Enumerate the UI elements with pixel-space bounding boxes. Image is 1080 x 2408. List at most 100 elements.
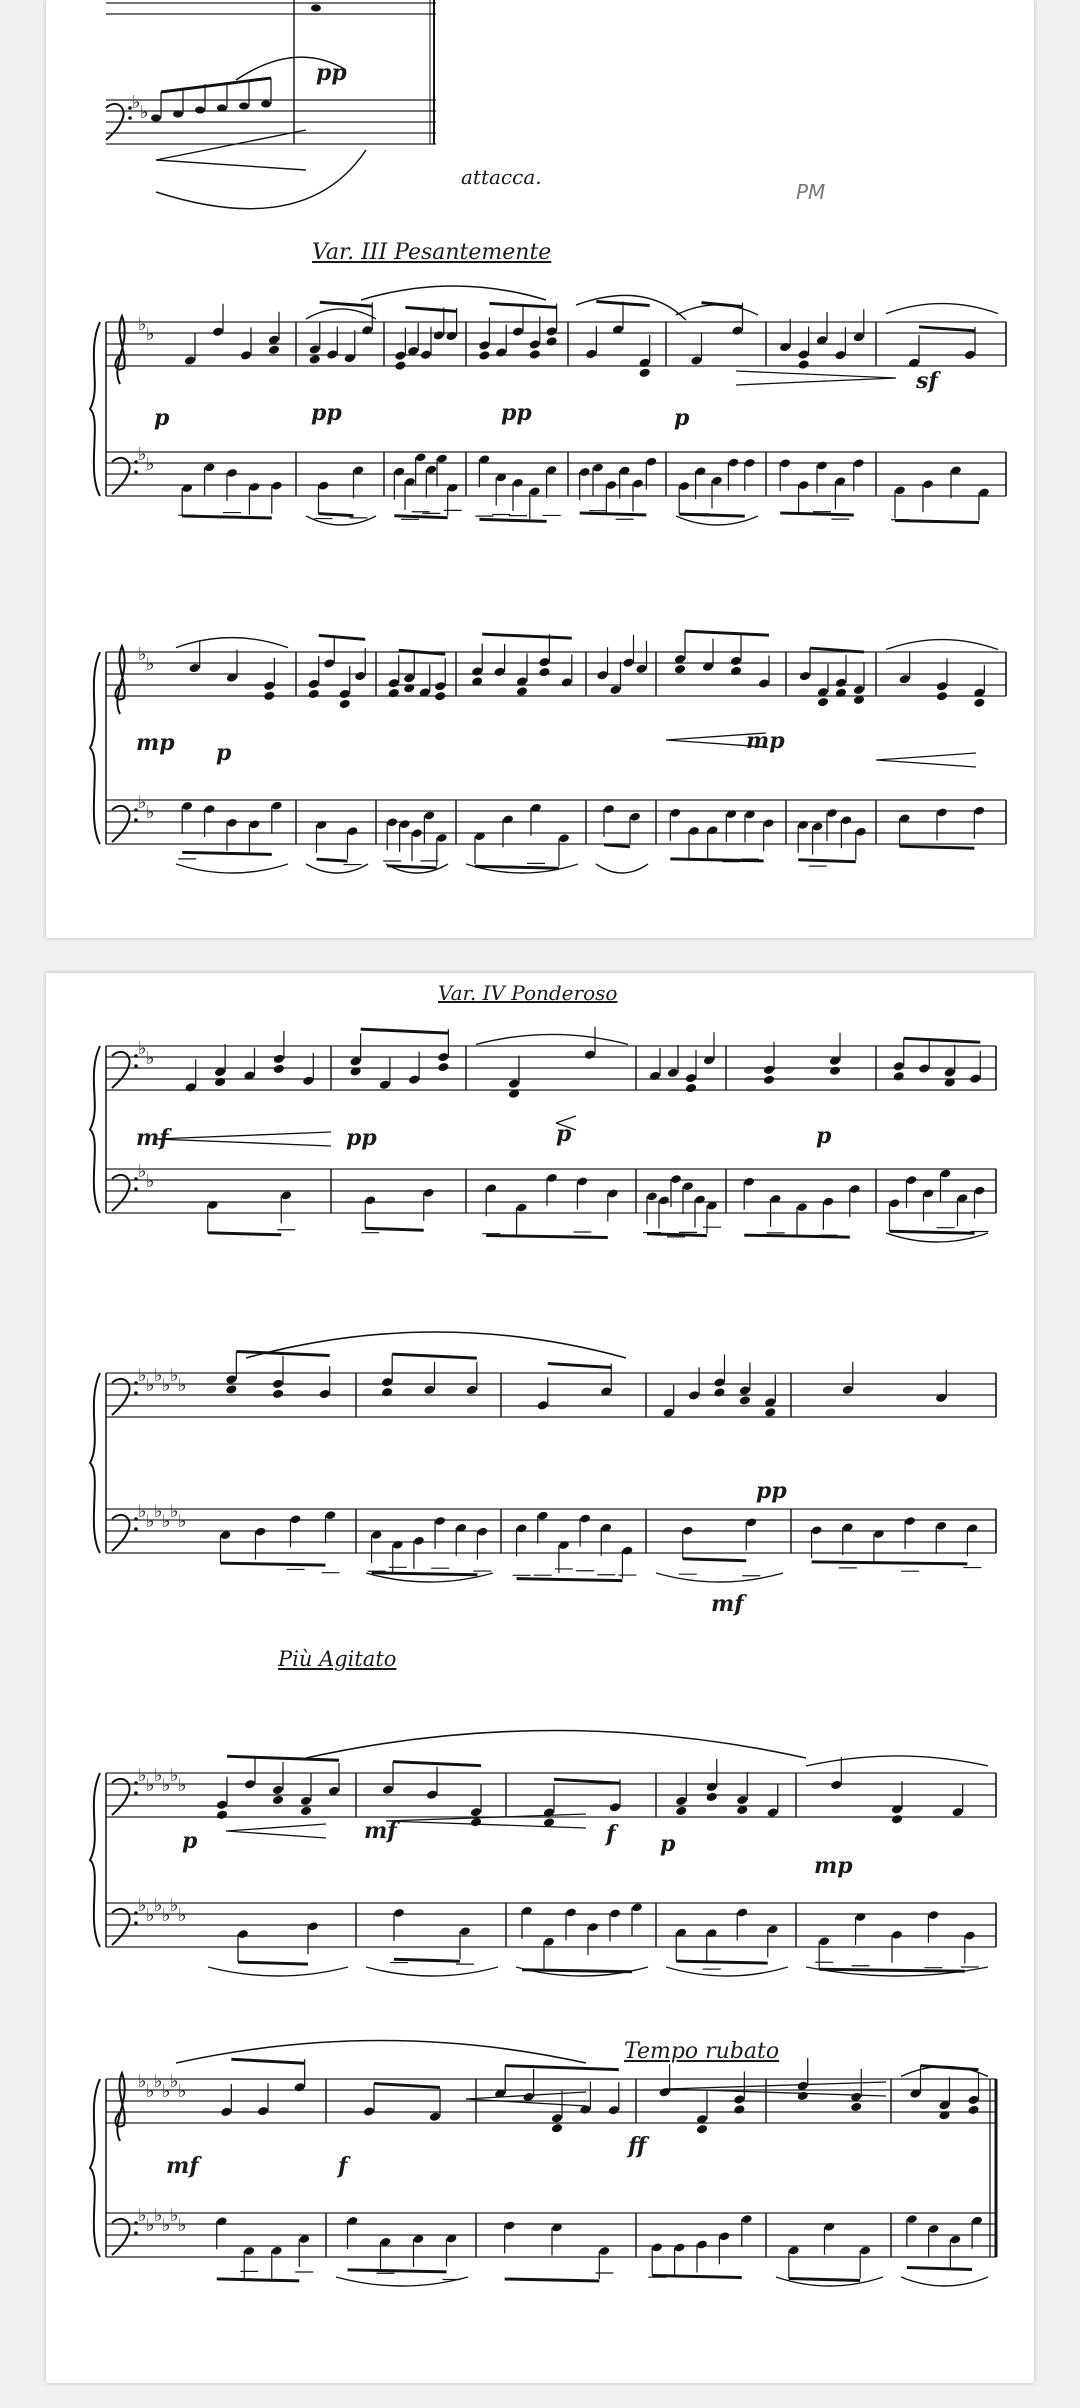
- notehead: [950, 2235, 961, 2244]
- dynamic-marking: ff: [628, 2133, 647, 2159]
- notehead: [893, 1072, 904, 1081]
- notehead: [325, 1511, 336, 1519]
- notehead: [319, 1390, 330, 1399]
- slur: [207, 1966, 349, 1977]
- dynamic-marking: mf: [711, 1591, 744, 1617]
- notehead: [824, 2222, 835, 2231]
- dynamic-marking: pp: [346, 1125, 377, 1151]
- notehead: [696, 2125, 708, 2134]
- note-beam: [398, 648, 446, 656]
- dynamic-marking: mp: [746, 728, 785, 754]
- corner-mark: PM: [796, 180, 826, 204]
- notehead: [437, 454, 447, 463]
- notehead: [308, 679, 319, 688]
- note-beam: [906, 2266, 973, 2272]
- notehead: [842, 1385, 853, 1394]
- notehead: [812, 822, 823, 831]
- note-beam: [889, 1229, 975, 1235]
- slur: [675, 304, 759, 316]
- notehead: [597, 671, 608, 680]
- notehead: [195, 106, 205, 114]
- notehead: [964, 350, 976, 359]
- notehead: [271, 2246, 282, 2255]
- notehead: [426, 1790, 438, 1799]
- note-beam: [603, 843, 631, 849]
- flat-sign-icon: ♭: [140, 102, 149, 123]
- notehead: [676, 1806, 687, 1815]
- notehead: [382, 1785, 394, 1794]
- notehead: [974, 1186, 985, 1195]
- notehead: [780, 459, 791, 468]
- notehead: [382, 1378, 393, 1387]
- notehead: [652, 2243, 663, 2252]
- notehead: [546, 337, 557, 346]
- notehead: [689, 827, 699, 835]
- notehead: [472, 667, 483, 676]
- note-beam: [474, 864, 560, 870]
- notehead: [244, 2247, 255, 2255]
- notehead: [811, 1526, 822, 1535]
- notehead: [893, 1062, 904, 1071]
- dynamic-marking: mp: [814, 1853, 853, 1879]
- notehead: [546, 327, 557, 336]
- notehead: [899, 675, 910, 684]
- notehead: [952, 1808, 963, 1817]
- notehead: [388, 689, 399, 698]
- notehead: [744, 459, 755, 467]
- note-beam: [486, 1234, 608, 1240]
- notehead: [544, 1937, 554, 1946]
- notehead: [363, 2107, 375, 2116]
- notehead: [936, 1393, 947, 1402]
- notehead: [539, 668, 550, 677]
- dynamic-marking: pp: [756, 1478, 787, 1504]
- slur: [305, 863, 369, 874]
- bass-clef-dot: [134, 2231, 138, 2235]
- hairpin: [665, 2081, 887, 2097]
- note-beam: [160, 76, 272, 94]
- notehead: [579, 468, 590, 476]
- note-beam: [392, 1760, 482, 1768]
- notehead: [944, 1068, 955, 1077]
- notehead: [928, 1911, 939, 1919]
- notehead: [670, 809, 681, 817]
- notehead: [433, 331, 444, 340]
- notehead: [424, 811, 435, 820]
- notehead: [855, 827, 866, 836]
- notehead: [226, 1385, 237, 1394]
- notehead: [244, 1780, 256, 1789]
- notehead: [853, 685, 865, 694]
- phrase-slur: [360, 285, 547, 301]
- notehead: [763, 819, 774, 828]
- notehead: [697, 2240, 707, 2249]
- bass-clef-dot: [134, 1064, 138, 1068]
- notehead: [682, 1526, 693, 1535]
- treble-clef-icon: [114, 313, 126, 385]
- notehead: [817, 698, 829, 707]
- notehead: [412, 829, 422, 837]
- notehead: [216, 2217, 227, 2226]
- dynamic-marking: mp: [136, 730, 175, 756]
- notehead: [964, 1931, 975, 1940]
- notehead: [623, 658, 634, 667]
- notehead: [937, 808, 947, 817]
- note-beam: [684, 629, 770, 637]
- notehead: [905, 1517, 915, 1525]
- notehead: [691, 356, 702, 365]
- notehead: [667, 1068, 679, 1077]
- slur: [595, 863, 649, 874]
- notehead: [609, 1803, 621, 1812]
- notehead: [185, 1083, 196, 1092]
- section-marking: Tempo rubato: [624, 2039, 780, 2064]
- notehead: [249, 820, 260, 829]
- notehead: [891, 1815, 903, 1824]
- notehead: [543, 1808, 555, 1817]
- notehead: [797, 2091, 808, 2100]
- notehead: [829, 1066, 841, 1075]
- notehead: [732, 326, 743, 335]
- note-beam: [405, 305, 457, 313]
- slur: [475, 1033, 629, 1046]
- notehead: [189, 664, 200, 673]
- notehead: [706, 1792, 717, 1801]
- notehead: [327, 350, 338, 359]
- slur: [335, 2276, 469, 2287]
